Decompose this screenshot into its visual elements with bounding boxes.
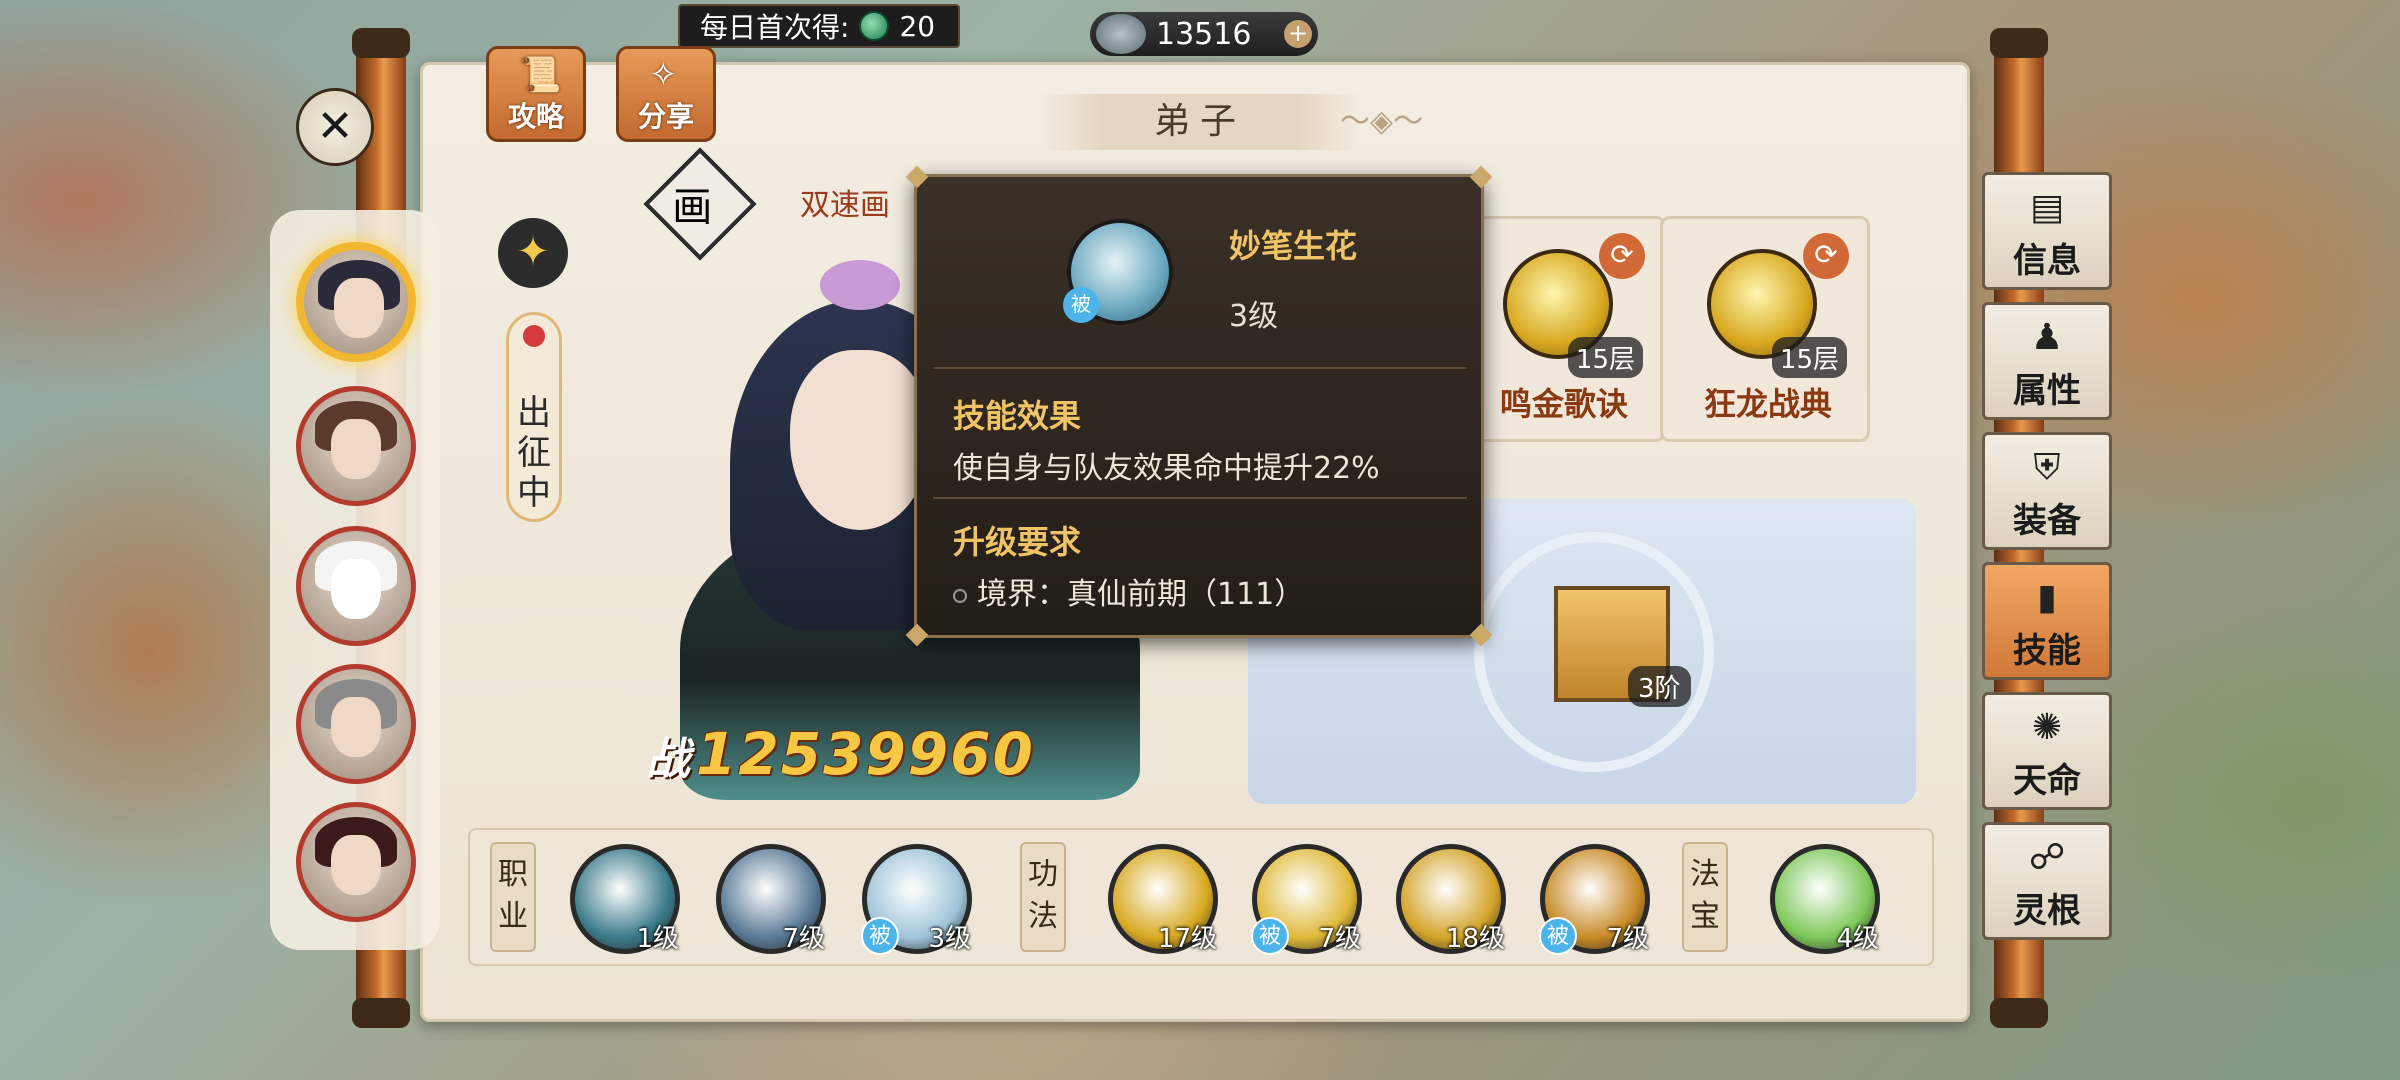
refresh-icon[interactable]: ⟳ (1599, 233, 1645, 279)
tooltip-skill-name: 妙笔生花 (1229, 227, 1358, 265)
tab-label: 属性 (2013, 371, 2081, 411)
currency-display: 13516 + (1090, 12, 1318, 56)
tab-icon: ▤ (2029, 187, 2064, 228)
guide-label: 攻略 (507, 100, 564, 133)
share-label: 分享 (637, 100, 694, 133)
requirement-heading: 升级要求 (953, 523, 1082, 561)
star-icon[interactable]: ✦ (498, 218, 568, 288)
tab-icon: ▮ (2037, 577, 2057, 618)
deployed-label: 出征中 (517, 393, 551, 513)
scroll-currency-icon (1096, 14, 1146, 54)
requirement-text: 境界：真仙前期（111） (953, 569, 1304, 613)
skill-card[interactable]: ⟳ 15层 鸣金歌诀 (1456, 216, 1666, 442)
daily-label: 每日首次得: (700, 11, 850, 44)
deployed-status: 出征中 (506, 312, 562, 522)
daily-first-reward: 每日首次得: 20 (678, 4, 960, 48)
tab-5[interactable]: ☍ 灵根 (1982, 822, 2112, 940)
skill-slot[interactable]: 17级 (1108, 844, 1218, 954)
skill-tooltip: 被 妙笔生花 3级 技能效果 使自身与队友效果命中提升22% 升级要求 境界：真… (905, 165, 1493, 647)
skill-level: 7级 (782, 924, 825, 954)
tab-label: 天命 (2013, 761, 2081, 801)
tab-2[interactable]: ⛨ 装备 (1982, 432, 2112, 550)
tab-label: 灵根 (2013, 891, 2081, 931)
disciple-avatar[interactable] (296, 386, 416, 506)
jade-icon (859, 11, 890, 41)
deployed-dot-icon (523, 325, 545, 347)
tab-icon: ♟ (2030, 317, 2064, 358)
disciple-avatar[interactable] (296, 664, 416, 784)
skill-level: 17级 (1157, 924, 1217, 954)
daily-value: 20 (899, 9, 936, 43)
skill-level: 4级 (1836, 924, 1879, 954)
disciple-avatar[interactable] (296, 802, 416, 922)
passive-badge: 被 (1539, 917, 1577, 955)
tab-label: 装备 (2013, 501, 2081, 541)
skill-slot[interactable]: 18级 (1396, 844, 1506, 954)
skill-slot[interactable]: 1级 (570, 844, 680, 954)
add-currency-button[interactable]: + (1284, 20, 1312, 48)
tooltip-skill-level: 3级 (1229, 299, 1279, 334)
tab-icon: ⛨ (2033, 447, 2061, 488)
scroll-icon: 📜 (519, 55, 562, 95)
skill-level: 7级 (1318, 924, 1361, 954)
disciple-avatar[interactable] (296, 526, 416, 646)
skill-name: 鸣金歌诀 (1499, 385, 1628, 423)
skill-level: 7级 (1606, 924, 1649, 954)
passive-badge: 被 (861, 917, 899, 955)
power-prefix: 战 (646, 734, 692, 785)
tab-4[interactable]: ✺ 天命 (1982, 692, 2112, 810)
treasure-tier: 3阶 (1628, 666, 1691, 707)
tab-0[interactable]: ▤ 信息 (1982, 172, 2112, 290)
refresh-icon[interactable]: ⟳ (1803, 233, 1849, 279)
tab-label: 技能 (2013, 631, 2081, 671)
skill-layers: 15层 (1771, 337, 1847, 378)
skill-level: 1级 (636, 924, 679, 954)
category-treasure: 法宝 (1682, 842, 1728, 952)
guide-button[interactable]: 📜 攻略 (486, 46, 586, 142)
skill-level: 18级 (1445, 924, 1505, 954)
disciple-avatar-selected[interactable] (296, 242, 416, 362)
skill-level: 3级 (928, 924, 971, 954)
class-char: 画 (672, 184, 713, 231)
back-button[interactable]: ✕ (296, 88, 374, 166)
currency-value: 13516 (1156, 16, 1252, 52)
share-button[interactable]: ✧ 分享 (616, 46, 716, 142)
skill-slot[interactable]: 7级被 (1539, 844, 1650, 955)
disciple-subtitle: 双速画 (800, 188, 890, 223)
page-title: 弟子 (1040, 94, 1360, 150)
combat-power: 战12539960 (646, 720, 1046, 790)
tab-1[interactable]: ♟ 属性 (1982, 302, 2112, 420)
skill-slot[interactable]: 4级 (1770, 844, 1880, 954)
skill-name: 狂龙战典 (1703, 385, 1832, 423)
tab-3[interactable]: ▮ 技能 (1982, 562, 2112, 680)
skill-slot[interactable]: 7级 (716, 844, 826, 954)
passive-badge: 被 (1251, 917, 1289, 955)
skill-card[interactable]: ⟳ 15层 狂龙战典 (1660, 216, 1870, 442)
skill-layers: 15层 (1567, 337, 1643, 378)
tab-label: 信息 (2013, 241, 2081, 281)
category-class: 职业 (490, 842, 536, 952)
power-value: 12539960 (696, 720, 1035, 788)
skill-slot[interactable]: 7级被 (1251, 844, 1362, 955)
sparkle-icon: ✧ (649, 55, 678, 95)
skill-slot[interactable]: 3级被 (861, 844, 972, 955)
tab-icon: ✺ (2031, 707, 2063, 748)
passive-badge: 被 (1063, 287, 1099, 323)
tab-icon: ☍ (2028, 837, 2066, 878)
effect-heading: 技能效果 (953, 397, 1082, 435)
title-ornament-right: 〜◈〜 (1340, 104, 1424, 139)
effect-text: 使自身与队友效果命中提升22% (953, 451, 1380, 486)
bullet-icon (953, 588, 967, 603)
category-art: 功法 (1020, 842, 1066, 952)
